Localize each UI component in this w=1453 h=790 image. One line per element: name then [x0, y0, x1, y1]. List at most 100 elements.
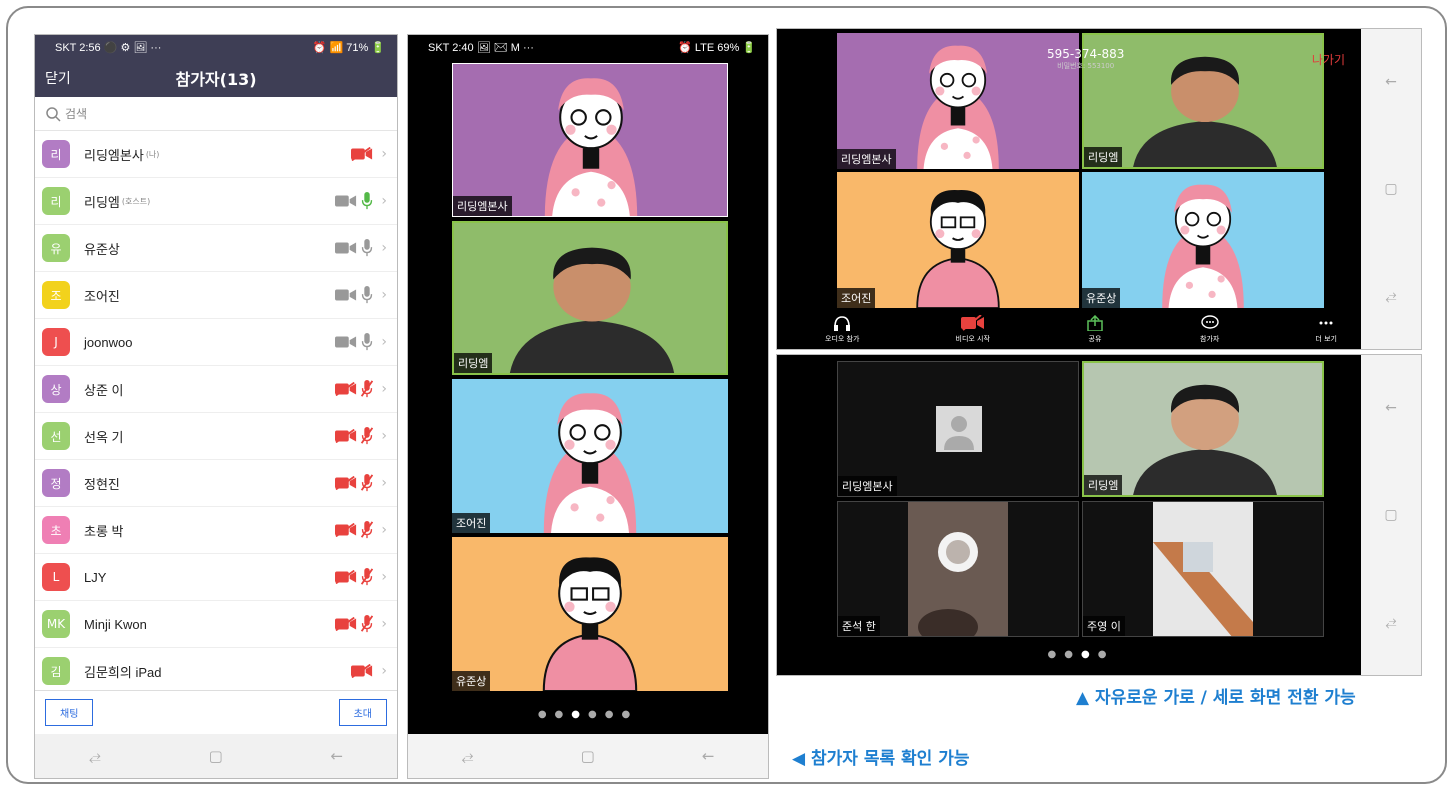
tool-label: 비디오 시작: [955, 334, 990, 343]
video-tile[interactable]: 유준상: [452, 537, 728, 691]
recent-apps-icon[interactable]: ⥄: [1385, 288, 1396, 304]
chevron-right-icon: ›: [381, 193, 387, 209]
back-icon[interactable]: ←: [1385, 74, 1397, 90]
mic-active-icon: [361, 192, 373, 210]
video-off-icon: [335, 570, 357, 584]
recent-apps-icon[interactable]: ⥄: [462, 747, 474, 765]
status-bar: SKT 2:56 ⚫ ⚙ 🖼 ··· ⏰ 📶 71% 🔋: [35, 35, 397, 59]
status-left: SKT 2:40 🖼 ✉ M ···: [428, 41, 534, 54]
tile-name: 리딩엠: [454, 353, 493, 373]
mic-muted-icon: [361, 380, 374, 398]
android-nav-bar: ⥄ ▢ ←: [408, 734, 768, 778]
page-indicator[interactable]: ●●●●●●: [408, 709, 768, 720]
tile-name: 리딩엠: [1084, 147, 1123, 167]
recent-apps-icon[interactable]: ⥄: [1385, 614, 1396, 630]
video-off-icon: [335, 382, 357, 396]
page-indicator[interactable]: ●●●●: [777, 649, 1385, 660]
participant-name: 초롱 박: [84, 523, 124, 539]
participant-row[interactable]: 유 유준상 ›: [35, 225, 397, 272]
video-tile[interactable]: 조어진: [837, 172, 1079, 308]
meeting-info: 595-374-883 비밀번호: 553100: [1047, 47, 1124, 71]
home-icon[interactable]: ▢: [1384, 181, 1397, 197]
tile-name: 리딩엠본사: [838, 476, 897, 496]
participant-row[interactable]: 초 초롱 박 ›: [35, 507, 397, 554]
chevron-right-icon: ›: [381, 334, 387, 350]
mic-icon: [361, 286, 373, 304]
video-tile-active[interactable]: 리딩엠: [1082, 361, 1324, 497]
tool-label: 참가자: [1200, 334, 1220, 343]
participant-row[interactable]: 김 김문희의 iPad ›: [35, 648, 397, 695]
avatar-illustration: [452, 537, 728, 691]
share-button[interactable]: 공유: [1086, 314, 1104, 344]
video-tile-active[interactable]: 리딩엠: [452, 221, 728, 375]
participant-list-caption: ◀ 참가자 목록 확인 가능: [792, 749, 970, 769]
home-icon[interactable]: ▢: [209, 747, 223, 765]
participants-button[interactable]: 참가자: [1200, 314, 1220, 344]
participant-status: ›: [335, 380, 387, 398]
participant-name: 리딩엠본사: [84, 147, 144, 163]
tile-name: 준석 한: [838, 616, 880, 636]
mic-icon: [361, 239, 373, 257]
status-left: SKT 2:56 ⚫ ⚙ 🖼 ···: [55, 41, 162, 54]
mic-muted-icon: [361, 521, 374, 539]
participant-row[interactable]: L LJY ›: [35, 554, 397, 601]
participant-name: 리딩엠: [84, 194, 120, 210]
video-tile[interactable]: 주영 이: [1082, 501, 1324, 637]
participant-name: 김문희의 iPad: [84, 664, 162, 680]
camera-feed: [454, 223, 728, 375]
participant-tag: (호스트): [121, 196, 151, 206]
participant-status: ›: [335, 568, 387, 586]
video-tile[interactable]: 리딩엠본사: [837, 33, 1079, 169]
participant-row[interactable]: 리 리딩엠 (호스트) ›: [35, 178, 397, 225]
participant-row[interactable]: 정 정현진 ›: [35, 460, 397, 507]
more-icon: [1319, 321, 1333, 324]
chevron-right-icon: ›: [381, 240, 387, 256]
mic-muted-icon: [361, 615, 374, 633]
start-video-button[interactable]: 비디오 시작: [955, 314, 990, 344]
status-right: ⏰ 📶 71% 🔋: [312, 41, 385, 54]
home-icon[interactable]: ▢: [581, 747, 595, 765]
avatar: 유: [42, 234, 70, 262]
invite-button[interactable]: 초대: [338, 699, 387, 726]
avatar: 조: [42, 281, 70, 309]
video-off-icon: [335, 476, 357, 490]
video-tile[interactable]: 유준상: [1082, 172, 1324, 308]
participant-status: ›: [335, 521, 387, 539]
participant-row[interactable]: Jjoonwoo ›: [35, 319, 397, 366]
participants-phone: SKT 2:56 ⚫ ⚙ 🖼 ··· ⏰ 📶 71% 🔋 닫기 참가자(13) …: [34, 34, 398, 779]
video-tile[interactable]: 준석 한: [837, 501, 1079, 637]
participant-status: ›: [335, 239, 387, 257]
close-button[interactable]: 닫기: [45, 68, 71, 88]
participant-row[interactable]: 조 조어진 ›: [35, 272, 397, 319]
tool-label: 공유: [1088, 334, 1102, 343]
video-off-icon: [351, 147, 373, 161]
chat-button[interactable]: 채팅: [45, 699, 94, 726]
search-input[interactable]: 검색: [35, 97, 397, 131]
leave-button[interactable]: 나가기: [1312, 51, 1345, 68]
video-tile[interactable]: 리딩엠본사: [452, 63, 728, 217]
avatar-illustration: [453, 64, 728, 217]
participant-row[interactable]: 상 상준 이 ›: [35, 366, 397, 413]
back-icon[interactable]: ←: [702, 747, 715, 765]
join-audio-button[interactable]: 오디오 참가: [825, 315, 859, 344]
status-right: ⏰ LTE 69% 🔋: [678, 41, 756, 54]
video-tile[interactable]: 조어진: [452, 379, 728, 533]
video-on-icon: [335, 194, 357, 208]
recent-apps-icon[interactable]: ⥄: [89, 747, 101, 765]
home-icon[interactable]: ▢: [1384, 507, 1397, 523]
participant-row[interactable]: MK Minji Kwon ›: [35, 601, 397, 648]
video-off-icon: [961, 314, 985, 331]
participant-name: 정현진: [84, 476, 120, 492]
bottom-actions: 채팅 초대: [35, 690, 397, 734]
more-button[interactable]: 더 보기: [1315, 315, 1337, 344]
participant-name: 유준상: [84, 241, 120, 257]
participant-name: 선옥 기: [84, 429, 124, 445]
tile-name: 유준상: [452, 671, 491, 691]
participant-row[interactable]: 리 리딩엠본사 (나) ›: [35, 131, 397, 178]
back-icon[interactable]: ←: [1385, 400, 1397, 416]
back-icon[interactable]: ←: [331, 747, 344, 765]
search-icon: [46, 106, 61, 122]
participant-row[interactable]: 선 선옥 기 ›: [35, 413, 397, 460]
meeting-toolbar: 오디오 참가 비디오 시작 공유 참가자 더 보기: [777, 309, 1385, 349]
video-tile[interactable]: 리딩엠본사: [837, 361, 1079, 497]
